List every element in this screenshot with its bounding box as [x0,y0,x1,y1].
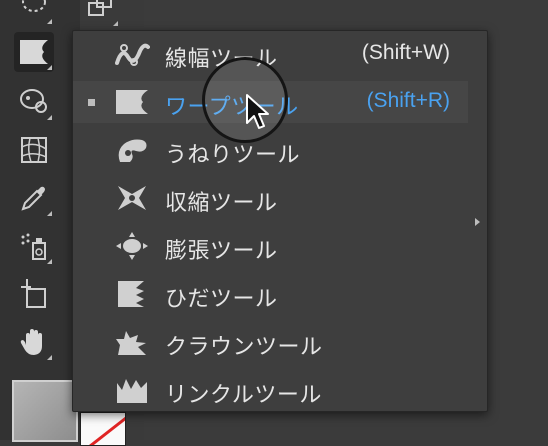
warp-icon [20,40,48,64]
symbol-sprayer-tool[interactable] [14,226,54,266]
lasso-tool[interactable] [14,0,54,26]
lasso-icon [22,0,46,12]
menu-item-wrinkle-tool[interactable]: リンクルツール [73,369,468,411]
menu-item-twirl-tool[interactable]: うねりツール [73,129,468,171]
flyout-indicator [47,211,52,216]
puppet-warp-icon [20,89,47,113]
artboard-icon [21,279,46,308]
warp-tool[interactable] [14,32,54,72]
symbol-sprayer-icon [21,233,46,260]
shape-builder-icon [88,0,112,16]
flyout-indicator [113,21,118,26]
shape-builder-tool[interactable] [80,0,120,28]
flyout-indicator [47,115,52,120]
bloat-tool-icon [113,230,151,262]
wrinkle-tool-icon [113,374,151,406]
crystallize-tool-icon [113,326,151,358]
submenu-arrow-icon [475,218,480,226]
artboard-tool[interactable] [14,274,54,314]
menu-item-label: うねりツール [165,143,301,168]
stroke-color-swatch[interactable] [80,412,126,446]
mesh-icon [21,137,47,163]
eyedropper-tool[interactable] [14,178,54,218]
hand-tool[interactable] [14,322,54,362]
flyout-indicator [47,355,52,360]
menu-item-label: リンクルツール [165,383,322,408]
flyout-indicator [47,65,52,70]
current-tool-indicator [88,99,95,106]
tools-panel [0,0,118,440]
menu-item-pucker-tool[interactable]: 収縮ツール [73,177,468,219]
menu-item-shortcut: (Shift+W) [361,41,450,64]
menu-item-label: ひだツール [165,287,278,312]
mesh-tool[interactable] [14,130,54,170]
puppet-warp-tool[interactable] [14,82,54,122]
menu-item-scallop-tool[interactable]: ひだツール [73,273,468,315]
width-tool-icon [113,38,151,70]
menu-item-crystallize-tool[interactable]: クラウンツール [73,321,468,363]
flyout-indicator [47,19,52,24]
menu-item-bloat-tool[interactable]: 膨張ツール [73,225,468,267]
menu-item-label: クラウンツール [165,335,323,360]
menu-scrollbar[interactable] [469,35,485,407]
menu-item-label: 収縮ツール [165,191,278,216]
fill-color-swatch[interactable] [12,380,78,442]
pucker-tool-icon [113,182,151,214]
flyout-indicator [47,259,52,264]
scallop-tool-icon [113,278,151,310]
menu-item-label: 膨張ツール [165,239,278,264]
warp-tool-icon [113,86,151,118]
hand-icon [20,329,42,355]
mouse-pointer-icon [246,94,269,129]
eyedropper-icon [21,186,45,211]
twirl-tool-icon [113,134,151,166]
menu-item-shortcut: (Shift+R) [366,89,450,112]
